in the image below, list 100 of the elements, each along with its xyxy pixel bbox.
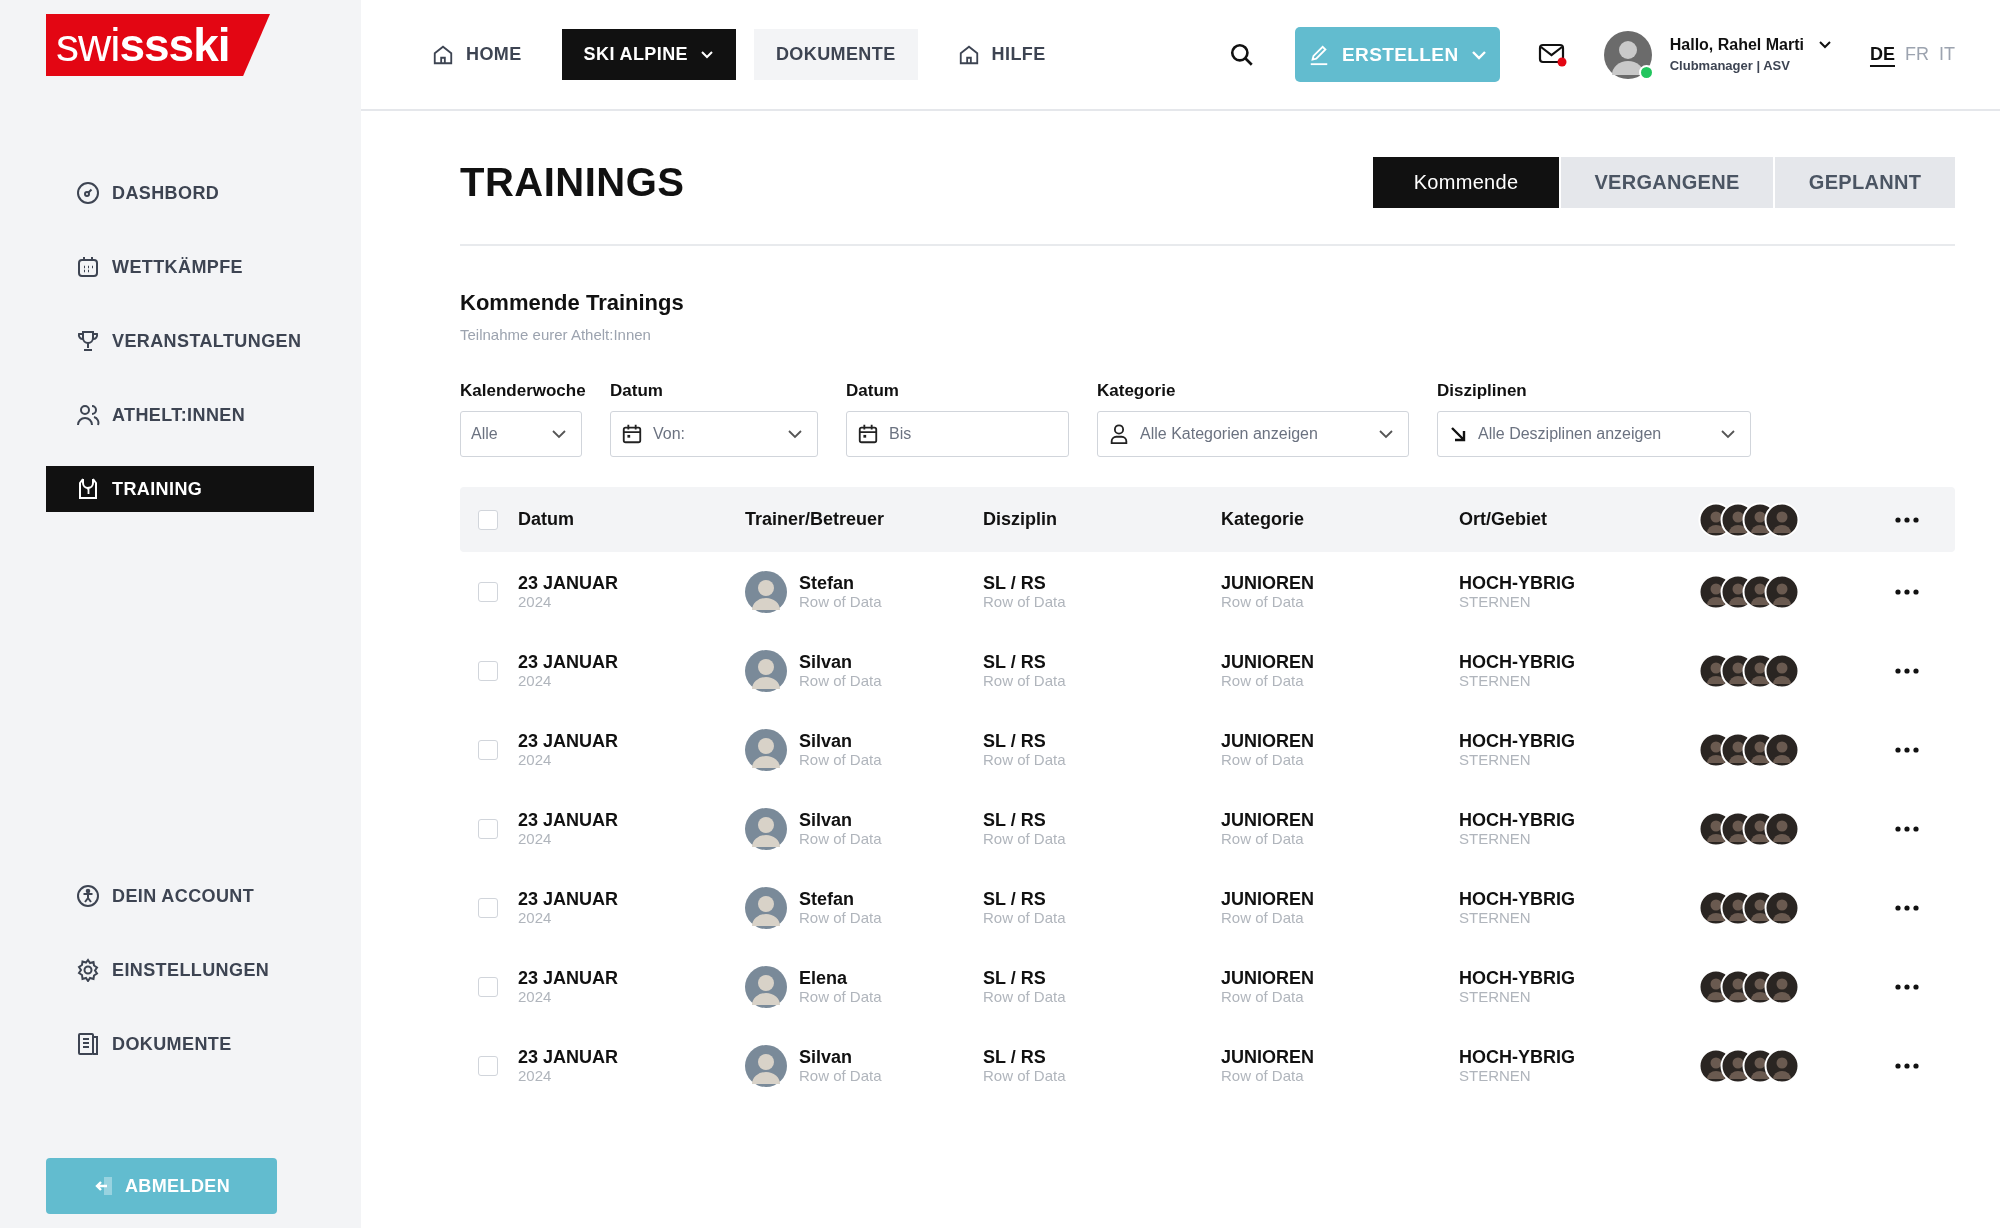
category-note: Row of Data <box>1221 750 1305 769</box>
more-icon[interactable] <box>1895 588 1919 595</box>
more-icon[interactable] <box>1895 516 1919 523</box>
year-text: 2024 <box>518 750 553 769</box>
more-icon[interactable] <box>1895 904 1919 911</box>
tab[interactable]: GEPLANNT <box>1775 157 1955 208</box>
tab[interactable]: VERGANGENE <box>1561 157 1773 208</box>
place-note: STERNEN <box>1459 592 1532 611</box>
date-text: 23 JANUAR <box>518 1046 620 1067</box>
place-note: STERNEN <box>1459 750 1532 769</box>
discipline-note: Row of Data <box>983 592 1067 611</box>
category-text: JUNIOREN <box>1221 809 1315 830</box>
document-icon <box>76 1032 100 1056</box>
date-text: 23 JANUAR <box>518 809 620 830</box>
trainer-name: Silvan <box>799 651 854 672</box>
trainer-note: Row of Data <box>799 908 882 927</box>
date-text: 23 JANUAR <box>518 730 620 751</box>
section-subtitle: Teilnahme eurer Athelt:Innen <box>460 326 652 343</box>
search-icon[interactable] <box>1228 41 1255 68</box>
checkbox[interactable] <box>478 581 498 602</box>
category-text: JUNIOREN <box>1221 572 1315 593</box>
sidebar-item[interactable]: ATHELT:INNEN <box>46 392 314 438</box>
user-role: Clubmanager | ASV <box>1669 58 1791 73</box>
more-icon[interactable] <box>1895 746 1919 753</box>
person-icon <box>1108 423 1130 445</box>
date-text: 23 JANUAR <box>518 572 620 593</box>
caret-icon <box>787 429 803 439</box>
section-title: Kommende Trainings <box>460 290 685 316</box>
trainer-name: Stefan <box>799 572 855 593</box>
avatar <box>745 1044 787 1087</box>
place-note: STERNEN <box>1459 1066 1532 1085</box>
user-greeting: Hallo, Rahel Marti <box>1669 36 1804 54</box>
sidebar-item[interactable]: TRAINING <box>46 466 314 512</box>
logo[interactable]: swissski <box>46 14 270 76</box>
checkbox[interactable] <box>478 739 498 760</box>
users-icon <box>76 403 100 427</box>
caret-icon <box>1378 429 1394 439</box>
checkbox[interactable] <box>478 509 498 530</box>
avatar[interactable] <box>1603 30 1652 79</box>
discipline-dropdown[interactable]: Alle Desziplinen anzeigen <box>1437 411 1751 457</box>
category-text: JUNIOREN <box>1221 967 1315 988</box>
nav-item[interactable]: HILFE <box>935 29 1068 80</box>
nav-item[interactable]: SKI ALPINE <box>561 29 736 80</box>
checkbox[interactable] <box>478 976 498 997</box>
language-link[interactable]: DE <box>1870 44 1895 65</box>
trainer-note: Row of Data <box>799 1066 882 1085</box>
more-icon[interactable] <box>1895 825 1919 832</box>
trainer-name: Silvan <box>799 730 854 751</box>
category-note: Row of Data <box>1221 671 1305 690</box>
week-dropdown[interactable]: Alle <box>460 411 582 457</box>
date-field[interactable]: Bis <box>846 411 1069 457</box>
caret-icon <box>1720 429 1736 439</box>
house-icon <box>432 43 454 66</box>
accessibility-icon <box>76 884 100 908</box>
settings-icon <box>76 958 100 982</box>
sidebar-item[interactable]: WETTKÄMPFE <box>46 244 314 290</box>
sidebar-item[interactable]: DASHBORD <box>46 170 314 216</box>
caret-icon[interactable] <box>1818 40 1832 50</box>
place-text: HOCH-YBRIG <box>1459 809 1576 830</box>
nav-item[interactable]: DOKUMENTE <box>753 29 918 80</box>
more-icon[interactable] <box>1895 1062 1919 1069</box>
filter-label: Datum <box>610 381 664 401</box>
tab[interactable]: Kommende <box>1373 157 1559 208</box>
avatar <box>745 807 787 850</box>
category-note: Row of Data <box>1221 908 1305 927</box>
mail-icon[interactable] <box>1537 41 1568 68</box>
sidebar-item[interactable]: DEIN ACCOUNT <box>46 873 314 919</box>
place-text: HOCH-YBRIG <box>1459 730 1576 751</box>
trainer-name: Silvan <box>799 1046 854 1067</box>
trainer-note: Row of Data <box>799 671 882 690</box>
checkbox[interactable] <box>478 818 498 839</box>
sidebar-item[interactable]: EINSTELLUNGEN <box>46 947 314 993</box>
more-icon[interactable] <box>1895 667 1919 674</box>
more-icon[interactable] <box>1895 983 1919 990</box>
calendar-icon <box>621 423 643 445</box>
avatar <box>745 886 787 929</box>
discipline-text: SL / RS <box>983 572 1047 593</box>
trophy-icon <box>76 329 100 353</box>
year-text: 2024 <box>518 987 553 1006</box>
sidebar-item[interactable]: DOKUMENTE <box>46 1021 314 1067</box>
date-dropdown[interactable]: Von: <box>610 411 818 457</box>
date-text: 23 JANUAR <box>518 651 620 672</box>
checkbox[interactable] <box>478 660 498 681</box>
discipline-text: SL / RS <box>983 1046 1047 1067</box>
checkbox[interactable] <box>478 1055 498 1076</box>
house-icon <box>957 43 980 66</box>
sidebar-item[interactable]: VERANSTALTUNGEN <box>46 318 314 364</box>
trainer-name: Elena <box>799 967 849 988</box>
discipline-note: Row of Data <box>983 671 1067 690</box>
year-text: 2024 <box>518 671 553 690</box>
category-dropdown[interactable]: Alle Kategorien anzeigen <box>1097 411 1409 457</box>
year-text: 2024 <box>518 1066 553 1085</box>
discipline-note: Row of Data <box>983 750 1067 769</box>
place-text: HOCH-YBRIG <box>1459 572 1576 593</box>
category-text: JUNIOREN <box>1221 888 1315 909</box>
category-note: Row of Data <box>1221 987 1305 1006</box>
nav-item[interactable]: HOME <box>410 29 544 80</box>
place-text: HOCH-YBRIG <box>1459 888 1576 909</box>
checkbox[interactable] <box>478 897 498 918</box>
column-header: Datum <box>518 509 574 530</box>
